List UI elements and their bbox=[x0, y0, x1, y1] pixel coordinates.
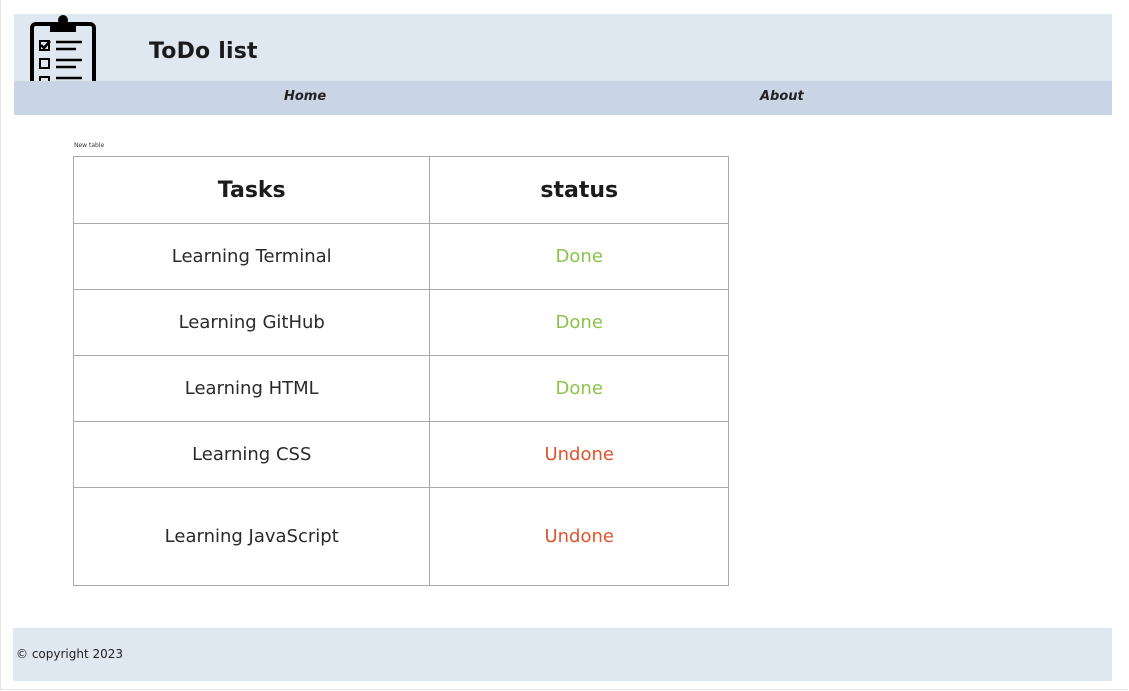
task-table: Tasks status Learning Terminal Done Lear… bbox=[72, 156, 729, 586]
task-cell: Learning HTML bbox=[72, 355, 431, 422]
task-cell: Learning CSS bbox=[72, 421, 431, 488]
task-cell: Learning GitHub bbox=[72, 289, 431, 356]
nav-bar: Home About bbox=[14, 81, 1112, 115]
task-cell: Learning Terminal bbox=[72, 223, 431, 290]
table-row: Learning JavaScript Undone bbox=[72, 487, 729, 586]
status-cell: Done bbox=[429, 223, 729, 290]
status-cell: Done bbox=[429, 355, 729, 422]
copyright-text: © copyright 2023 bbox=[16, 647, 124, 661]
status-cell: Done bbox=[429, 289, 729, 356]
table-row: Learning Terminal Done bbox=[72, 223, 729, 290]
table-row: Learning CSS Undone bbox=[72, 421, 729, 488]
nav-link-about[interactable]: About bbox=[760, 89, 804, 104]
table-row: Learning GitHub Done bbox=[72, 289, 729, 356]
task-cell: Learning JavaScript bbox=[72, 487, 431, 586]
column-header-status: status bbox=[429, 156, 729, 224]
status-cell: Undone bbox=[429, 487, 729, 586]
table-header-row: Tasks status bbox=[72, 156, 729, 224]
table-caption: New table bbox=[74, 142, 105, 149]
page-title: ToDo list bbox=[149, 39, 258, 64]
nav-link-home[interactable]: Home bbox=[284, 89, 326, 104]
site-footer: © copyright 2023 bbox=[13, 628, 1112, 681]
column-header-tasks: Tasks bbox=[72, 156, 431, 224]
status-cell: Undone bbox=[429, 421, 729, 488]
table-row: Learning HTML Done bbox=[72, 355, 729, 422]
site-header: ToDo list Home About bbox=[14, 14, 1112, 115]
